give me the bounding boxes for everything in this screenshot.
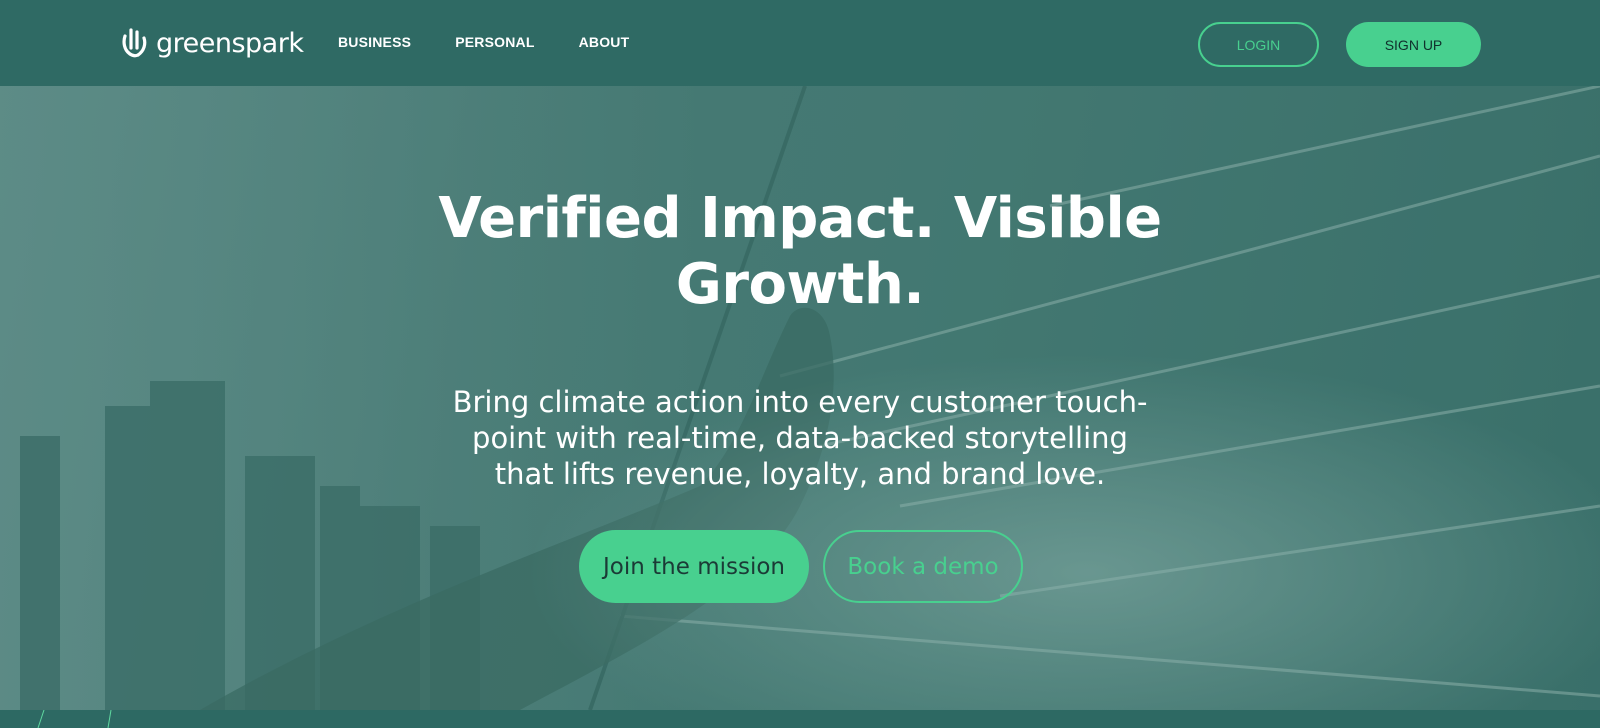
book-demo-button[interactable]: Book a demo bbox=[823, 530, 1023, 603]
nav-item-business[interactable]: BUSINESS bbox=[338, 34, 411, 50]
logo-text: greenspark bbox=[156, 27, 304, 59]
hero-title-line-2: Growth. bbox=[675, 252, 925, 317]
hero-subtitle-line-1: Bring climate action into every customer… bbox=[452, 385, 1148, 419]
signup-button[interactable]: SIGN UP bbox=[1346, 22, 1481, 67]
hero-title-line-1: Verified Impact. Visible bbox=[438, 186, 1162, 251]
site-header: greenspark BUSINESS PERSONAL ABOUT LOGIN… bbox=[0, 0, 1600, 86]
next-section-edge bbox=[0, 709, 1600, 728]
nav-item-personal[interactable]: PERSONAL bbox=[455, 34, 534, 50]
hero-section: Verified Impact. Visible Growth. Bring c… bbox=[0, 86, 1600, 710]
nav-item-about[interactable]: ABOUT bbox=[579, 34, 630, 50]
logo[interactable]: greenspark bbox=[120, 26, 304, 60]
hero-subtitle: Bring climate action into every customer… bbox=[420, 384, 1180, 492]
hero-title: Verified Impact. Visible Growth. bbox=[400, 186, 1200, 318]
decorative-lines bbox=[37, 709, 112, 728]
hero-subtitle-line-3: that lifts revenue, loyalty, and brand l… bbox=[494, 457, 1106, 491]
hero-subtitle-line-2: point with real-time, data-backed storyt… bbox=[472, 421, 1128, 455]
main-nav: BUSINESS PERSONAL ABOUT bbox=[338, 34, 673, 50]
greenspark-logo-icon bbox=[122, 28, 147, 58]
join-mission-button[interactable]: Join the mission bbox=[579, 530, 809, 603]
login-button[interactable]: LOGIN bbox=[1198, 22, 1319, 67]
